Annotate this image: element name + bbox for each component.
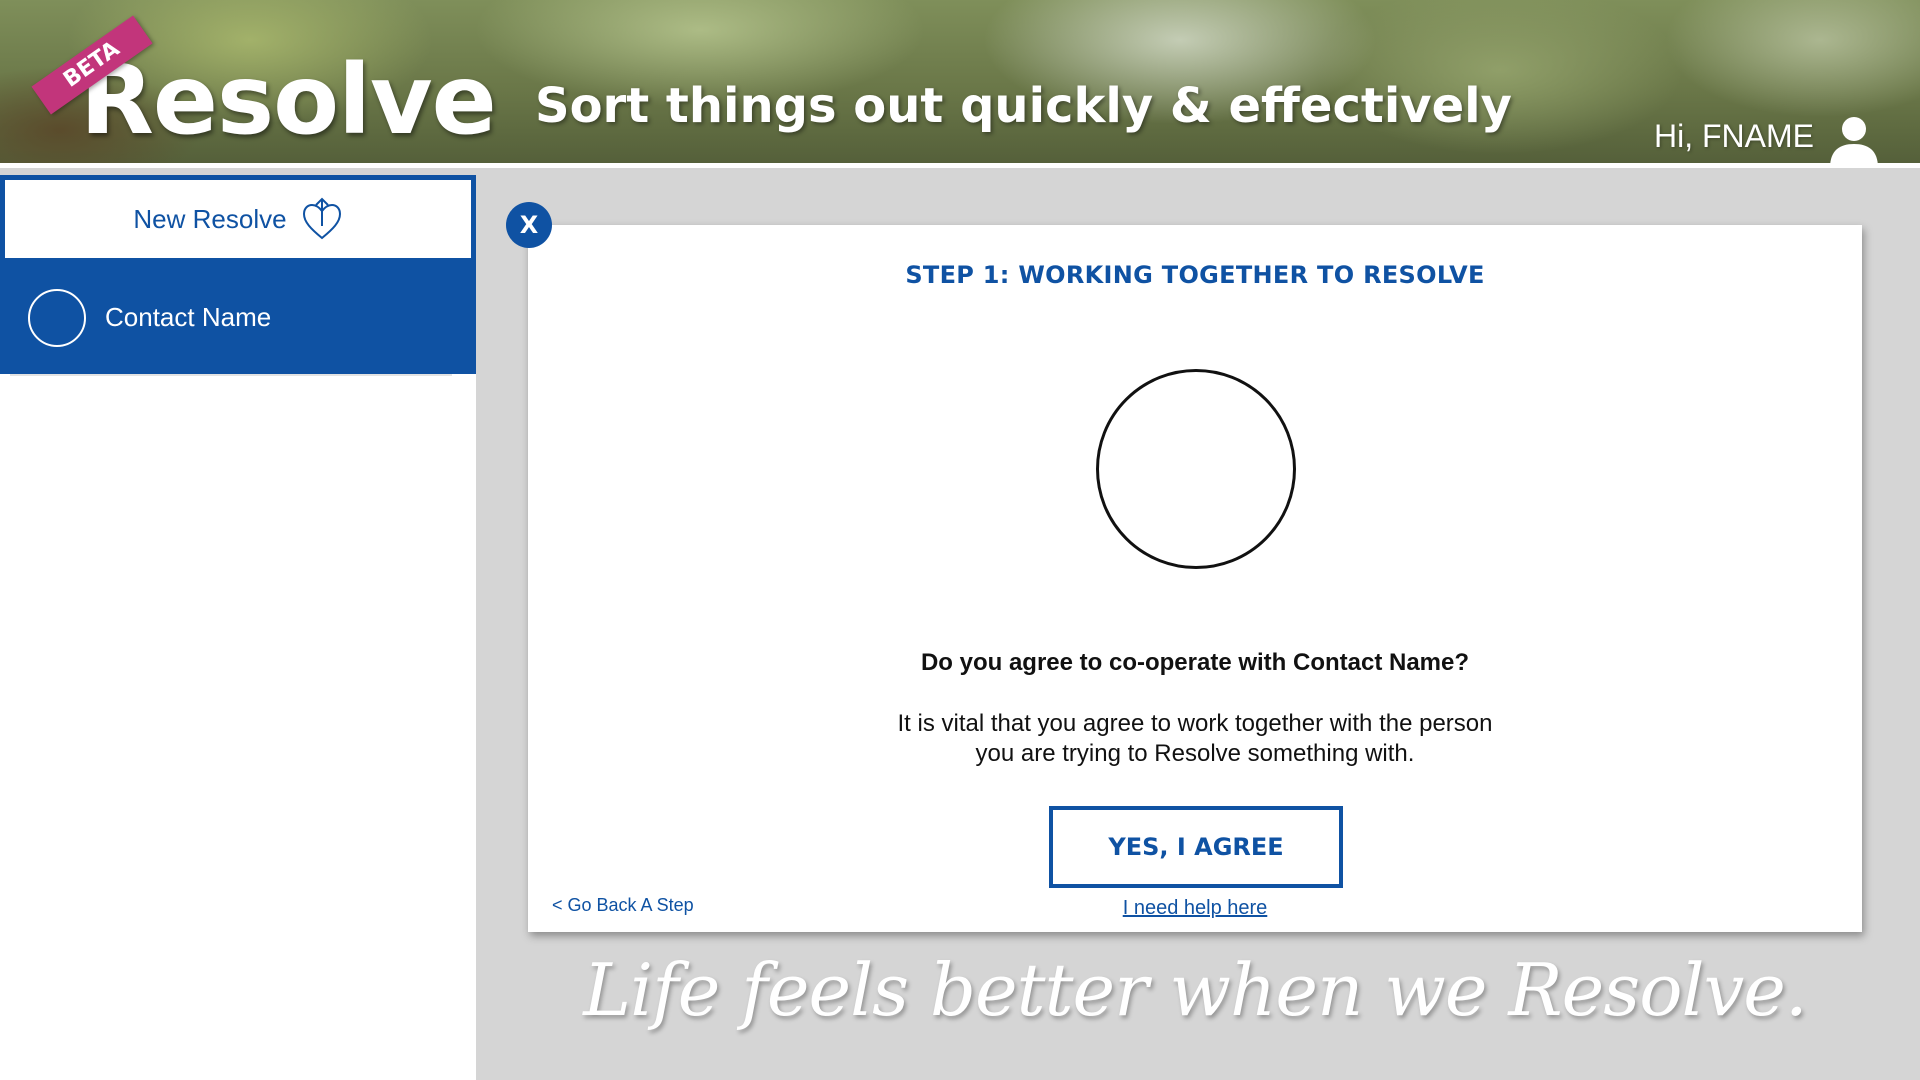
new-resolve-button[interactable]: New Resolve: [0, 175, 476, 263]
footer-slogan: Life feels better when we Resolve.: [583, 948, 1808, 1032]
step-card: STEP 1: WORKING TOGETHER TO RESOLVE Do y…: [528, 225, 1862, 932]
header-divider: [0, 163, 1920, 168]
heart-arrow-icon: [302, 197, 341, 240]
question-text: Do you agree to co-operate with Contact …: [920, 649, 1470, 676]
avatar: [28, 289, 86, 347]
sidebar-divider: [10, 374, 452, 376]
close-button[interactable]: X: [506, 202, 552, 248]
sidebar-item-contact[interactable]: Contact Name: [0, 263, 476, 374]
tagline: Sort things out quickly & effectively: [535, 78, 1512, 134]
user-greeting[interactable]: Hi, FNAME: [1654, 118, 1814, 155]
user-icon[interactable]: [1826, 112, 1882, 168]
agree-button[interactable]: YES, I AGREE: [1049, 806, 1343, 888]
step-title: STEP 1: WORKING TOGETHER TO RESOLVE: [905, 261, 1485, 289]
contact-name: Contact Name: [105, 302, 272, 332]
new-resolve-label: New Resolve: [133, 203, 287, 234]
help-link[interactable]: I need help here: [528, 897, 1862, 920]
sidebar: New Resolve Contact Name: [0, 175, 476, 1080]
step-illustration: [1096, 369, 1296, 569]
go-back-link[interactable]: < Go Back A Step: [552, 895, 694, 916]
description-text: It is vital that you agree to work toget…: [897, 710, 1493, 767]
app-logo[interactable]: Resolve: [80, 52, 497, 148]
